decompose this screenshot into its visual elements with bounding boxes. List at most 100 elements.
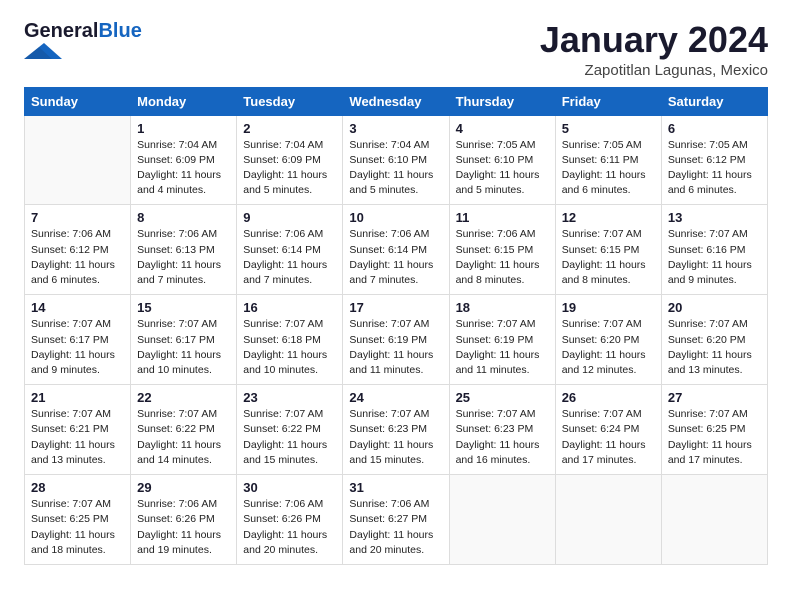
calendar-cell: 16 Sunrise: 7:07 AM Sunset: 6:18 PM Dayli… [237,295,343,385]
day-info: Sunrise: 7:07 AM Sunset: 6:15 PM Dayligh… [562,227,655,288]
calendar-cell: 4 Sunrise: 7:05 AM Sunset: 6:10 PM Daylig… [449,115,555,205]
calendar-cell: 8 Sunrise: 7:06 AM Sunset: 6:13 PM Daylig… [131,205,237,295]
day-number: 10 [349,210,442,225]
day-header-sunday: Sunday [25,87,131,115]
page-header: GeneralBlue January 2024 Zapotitlan Lagu… [24,20,768,79]
calendar-week-row: 21Sunrise: 7:07 AM Sunset: 6:21 PM Dayli… [25,385,768,475]
logo-general: General [24,20,98,43]
day-info: Sunrise: 7:07 AM Sunset: 6:22 PM Dayligh… [243,407,336,468]
day-info: Sunrise: 7:07 AM Sunset: 6:20 PM Dayligh… [668,317,761,378]
day-info: Sunrise: 7:07 AM Sunset: 6:19 PM Dayligh… [349,317,442,378]
logo: GeneralBlue [24,20,142,64]
calendar-cell: 7 Sunrise: 7:06 AM Sunset: 6:12 PM Daylig… [25,205,131,295]
location: Zapotitlan Lagunas, Mexico [540,62,768,79]
day-info: Sunrise: 7:07 AM Sunset: 6:20 PM Dayligh… [562,317,655,378]
day-number: 30 [243,480,336,495]
day-number: 1 [137,121,230,136]
day-info: Sunrise: 7:07 AM Sunset: 6:25 PM Dayligh… [668,407,761,468]
day-number: 26 [562,390,655,405]
calendar-cell: 17 Sunrise: 7:07 AM Sunset: 6:19 PM Dayli… [343,295,449,385]
calendar-cell: 3 Sunrise: 7:04 AM Sunset: 6:10 PM Daylig… [343,115,449,205]
day-number: 2 [243,121,336,136]
calendar-header-row: SundayMondayTuesdayWednesdayThursdayFrid… [25,87,768,115]
calendar-cell: 25 Sunrise: 7:07 AM Sunset: 6:23 PM Dayli… [449,385,555,475]
day-info: Sunrise: 7:06 AM Sunset: 6:26 PM Dayligh… [137,497,230,558]
day-info: Sunrise: 7:07 AM Sunset: 6:19 PM Dayligh… [456,317,549,378]
calendar-cell [555,475,661,565]
calendar-cell: 29Sunrise: 7:06 AM Sunset: 6:26 PM Dayli… [131,475,237,565]
day-info: Sunrise: 7:07 AM Sunset: 6:21 PM Dayligh… [31,407,124,468]
day-info: Sunrise: 7:05 AM Sunset: 6:11 PM Dayligh… [562,138,655,199]
logo-icon [24,43,62,59]
day-info: Sunrise: 7:04 AM Sunset: 6:10 PM Dayligh… [349,138,442,199]
calendar-cell: 13 Sunrise: 7:07 AM Sunset: 6:16 PM Dayli… [661,205,767,295]
day-header-monday: Monday [131,87,237,115]
day-info: Sunrise: 7:05 AM Sunset: 6:10 PM Dayligh… [456,138,549,199]
day-info: Sunrise: 7:07 AM Sunset: 6:22 PM Dayligh… [137,407,230,468]
calendar-cell: 1Sunrise: 7:04 AM Sunset: 6:09 PM Daylig… [131,115,237,205]
day-number: 8 [137,210,230,225]
calendar-cell: 11Sunrise: 7:06 AM Sunset: 6:15 PM Dayli… [449,205,555,295]
calendar-week-row: 28Sunrise: 7:07 AM Sunset: 6:25 PM Dayli… [25,475,768,565]
day-number: 5 [562,121,655,136]
day-info: Sunrise: 7:07 AM Sunset: 6:16 PM Dayligh… [668,227,761,288]
day-number: 4 [456,121,549,136]
month-title: January 2024 [540,20,768,60]
day-number: 24 [349,390,442,405]
calendar-cell: 2 Sunrise: 7:04 AM Sunset: 6:09 PM Daylig… [237,115,343,205]
calendar-cell [661,475,767,565]
day-number: 19 [562,300,655,315]
calendar-cell: 14 Sunrise: 7:07 AM Sunset: 6:17 PM Dayli… [25,295,131,385]
day-info: Sunrise: 7:07 AM Sunset: 6:24 PM Dayligh… [562,407,655,468]
calendar-cell: 21Sunrise: 7:07 AM Sunset: 6:21 PM Dayli… [25,385,131,475]
day-number: 14 [31,300,124,315]
title-block: January 2024 Zapotitlan Lagunas, Mexico [540,20,768,79]
day-info: Sunrise: 7:05 AM Sunset: 6:12 PM Dayligh… [668,138,761,199]
day-info: Sunrise: 7:06 AM Sunset: 6:13 PM Dayligh… [137,227,230,288]
day-header-thursday: Thursday [449,87,555,115]
calendar-cell: 20 Sunrise: 7:07 AM Sunset: 6:20 PM Dayli… [661,295,767,385]
day-info: Sunrise: 7:07 AM Sunset: 6:17 PM Dayligh… [137,317,230,378]
calendar-cell: 24Sunrise: 7:07 AM Sunset: 6:23 PM Dayli… [343,385,449,475]
day-info: Sunrise: 7:06 AM Sunset: 6:12 PM Dayligh… [31,227,124,288]
logo-text-block: GeneralBlue [24,20,142,64]
day-number: 13 [668,210,761,225]
day-number: 15 [137,300,230,315]
day-number: 3 [349,121,442,136]
day-header-wednesday: Wednesday [343,87,449,115]
day-header-friday: Friday [555,87,661,115]
calendar-cell: 22 Sunrise: 7:07 AM Sunset: 6:22 PM Dayli… [131,385,237,475]
day-number: 18 [456,300,549,315]
day-number: 7 [31,210,124,225]
day-info: Sunrise: 7:07 AM Sunset: 6:23 PM Dayligh… [456,407,549,468]
day-number: 11 [456,210,549,225]
day-info: Sunrise: 7:07 AM Sunset: 6:18 PM Dayligh… [243,317,336,378]
calendar-cell: 10Sunrise: 7:06 AM Sunset: 6:14 PM Dayli… [343,205,449,295]
calendar-cell: 6 Sunrise: 7:05 AM Sunset: 6:12 PM Daylig… [661,115,767,205]
day-info: Sunrise: 7:06 AM Sunset: 6:27 PM Dayligh… [349,497,442,558]
day-number: 6 [668,121,761,136]
day-number: 17 [349,300,442,315]
day-info: Sunrise: 7:04 AM Sunset: 6:09 PM Dayligh… [243,138,336,199]
day-number: 31 [349,480,442,495]
calendar-cell: 31 Sunrise: 7:06 AM Sunset: 6:27 PM Dayli… [343,475,449,565]
calendar-cell: 27Sunrise: 7:07 AM Sunset: 6:25 PM Dayli… [661,385,767,475]
calendar-cell: 12Sunrise: 7:07 AM Sunset: 6:15 PM Dayli… [555,205,661,295]
day-number: 16 [243,300,336,315]
day-number: 22 [137,390,230,405]
calendar-cell: 28Sunrise: 7:07 AM Sunset: 6:25 PM Dayli… [25,475,131,565]
day-header-tuesday: Tuesday [237,87,343,115]
day-number: 23 [243,390,336,405]
day-info: Sunrise: 7:07 AM Sunset: 6:17 PM Dayligh… [31,317,124,378]
calendar-cell: 19 Sunrise: 7:07 AM Sunset: 6:20 PM Dayli… [555,295,661,385]
calendar-cell [449,475,555,565]
day-header-saturday: Saturday [661,87,767,115]
calendar-cell: 9 Sunrise: 7:06 AM Sunset: 6:14 PM Daylig… [237,205,343,295]
day-number: 28 [31,480,124,495]
day-number: 25 [456,390,549,405]
logo-blue: Blue [98,20,141,43]
day-number: 20 [668,300,761,315]
day-info: Sunrise: 7:06 AM Sunset: 6:14 PM Dayligh… [243,227,336,288]
day-number: 9 [243,210,336,225]
calendar-week-row: 14 Sunrise: 7:07 AM Sunset: 6:17 PM Dayli… [25,295,768,385]
